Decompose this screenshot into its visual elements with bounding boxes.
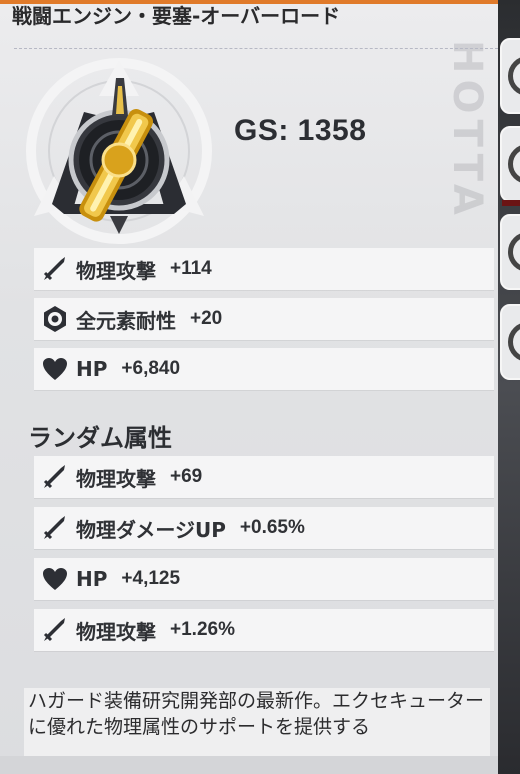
sword-icon: [40, 462, 70, 492]
side-item-slot[interactable]: [500, 214, 520, 290]
title-divider: [14, 48, 498, 49]
random-stat-row: 物理攻撃 +1.26%: [34, 609, 494, 651]
random-stat-row: 物理ダメージUP +0.65%: [34, 507, 494, 549]
heart-icon: [40, 564, 70, 594]
stat-value: +0.65%: [239, 517, 305, 538]
sword-icon: [40, 615, 70, 645]
stat-name: 全元素耐性: [76, 308, 176, 333]
stat-name: 物理攻撃: [76, 619, 156, 644]
stat-value: +4,125: [121, 568, 181, 589]
sword-icon: [40, 513, 70, 543]
base-stat-row: 物理攻撃 +114: [34, 248, 494, 290]
random-stat-row: 物理攻撃 +69: [34, 456, 494, 498]
bottom-strip: [0, 756, 498, 774]
stat-value: +69: [170, 466, 203, 487]
item-title: 戦闘エンジン・要塞-オーバーロード: [12, 4, 341, 28]
watermark-text: HOTTA: [444, 40, 490, 221]
item-description: ハガード装備研究開発部の最新作。エクセキューターに優れた物理属性のサポートを提供…: [24, 688, 490, 756]
stat-name: HP: [76, 357, 108, 381]
background-right: [498, 0, 520, 774]
stat-name: HP: [76, 567, 108, 591]
stat-value: +1.26%: [170, 619, 235, 640]
item-detail-panel: HOTTA 戦闘エンジン・要塞-オーバーロード GS: 1358 物理攻撃 +1…: [0, 0, 498, 774]
gear-score: GS: 1358: [234, 114, 367, 147]
side-item-slot[interactable]: [500, 38, 520, 114]
item-emblem-icon: [26, 58, 212, 244]
side-item-slot[interactable]: [500, 126, 520, 206]
base-stat-row: HP +6,840: [34, 348, 494, 390]
heart-icon: [40, 354, 70, 384]
base-stat-row: 全元素耐性 +20: [34, 298, 494, 340]
sword-icon: [40, 254, 70, 284]
stat-name: 物理ダメージUP: [76, 517, 226, 542]
random-stat-row: HP +4,125: [34, 558, 494, 600]
stat-value: +6,840: [121, 358, 181, 379]
element-resist-icon: [40, 304, 70, 334]
stat-value: +20: [190, 308, 223, 329]
stat-name: 物理攻撃: [76, 466, 156, 491]
side-item-slot[interactable]: [500, 304, 520, 380]
random-attributes-heading: ランダム属性: [28, 424, 172, 452]
stat-name: 物理攻撃: [76, 258, 156, 283]
stat-value: +114: [170, 258, 212, 279]
